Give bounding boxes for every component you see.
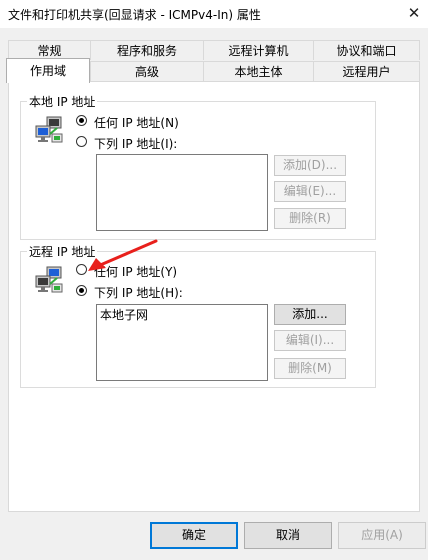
local-ip-group: 本地 IP 地址 任何 IP 地址(N) 下列 IP 地址(I): 添加(D).… — [20, 93, 376, 240]
remote-ip-group: 远程 IP 地址 任何 IP 地址(Y) 下列 IP 地址(H): 本地子网 添… — [20, 243, 376, 388]
title-bar: 文件和打印机共享(回显请求 - ICMPv4-In) 属性 ✕ — [0, 0, 428, 28]
scope-tab-panel: 本地 IP 地址 任何 IP 地址(N) 下列 IP 地址(I): 添加(D).… — [8, 81, 420, 512]
annotation-arrow-icon — [88, 239, 158, 271]
window-title: 文件和打印机共享(回显请求 - ICMPv4-In) 属性 — [8, 8, 261, 22]
tab-protocols-ports[interactable]: 协议和端口 — [313, 40, 420, 60]
tab-programs-services[interactable]: 程序和服务 — [90, 40, 203, 60]
network-computers-icon — [35, 266, 63, 293]
local-ip-list-label: 下列 IP 地址(I): — [94, 137, 178, 151]
tab-general[interactable]: 常规 — [8, 40, 90, 60]
remote-ip-list-item[interactable]: 本地子网 — [100, 306, 148, 323]
local-ip-listbox[interactable] — [96, 154, 268, 231]
local-any-ip-label: 任何 IP 地址(N) — [94, 116, 179, 130]
local-ip-group-title: 本地 IP 地址 — [27, 93, 98, 110]
network-computers-icon — [35, 116, 63, 143]
remote-ip-list-radio[interactable] — [76, 285, 87, 296]
tab-remote-users[interactable]: 远程用户 — [313, 61, 420, 81]
close-icon[interactable]: ✕ — [400, 0, 428, 28]
tab-remote-computers[interactable]: 远程计算机 — [203, 40, 313, 60]
tab-advanced[interactable]: 高级 — [90, 61, 203, 81]
remote-ip-list-label: 下列 IP 地址(H): — [94, 286, 183, 300]
tab-local-principals[interactable]: 本地主体 — [203, 61, 313, 81]
local-ip-list-radio[interactable] — [76, 136, 87, 147]
local-any-ip-radio[interactable] — [76, 115, 87, 126]
apply-button[interactable]: 应用(A) — [338, 522, 426, 549]
remote-add-button[interactable]: 添加... — [274, 304, 346, 325]
local-add-button[interactable]: 添加(D)... — [274, 155, 346, 176]
remote-remove-button[interactable]: 删除(M) — [274, 358, 346, 379]
ok-button[interactable]: 确定 — [150, 522, 238, 549]
tab-scope[interactable]: 作用域 — [6, 58, 90, 83]
cancel-button[interactable]: 取消 — [244, 522, 332, 549]
local-remove-button[interactable]: 删除(R) — [274, 208, 346, 229]
local-edit-button[interactable]: 编辑(E)... — [274, 181, 346, 202]
remote-ip-listbox[interactable]: 本地子网 — [96, 304, 268, 381]
remote-edit-button[interactable]: 编辑(I)... — [274, 330, 346, 351]
